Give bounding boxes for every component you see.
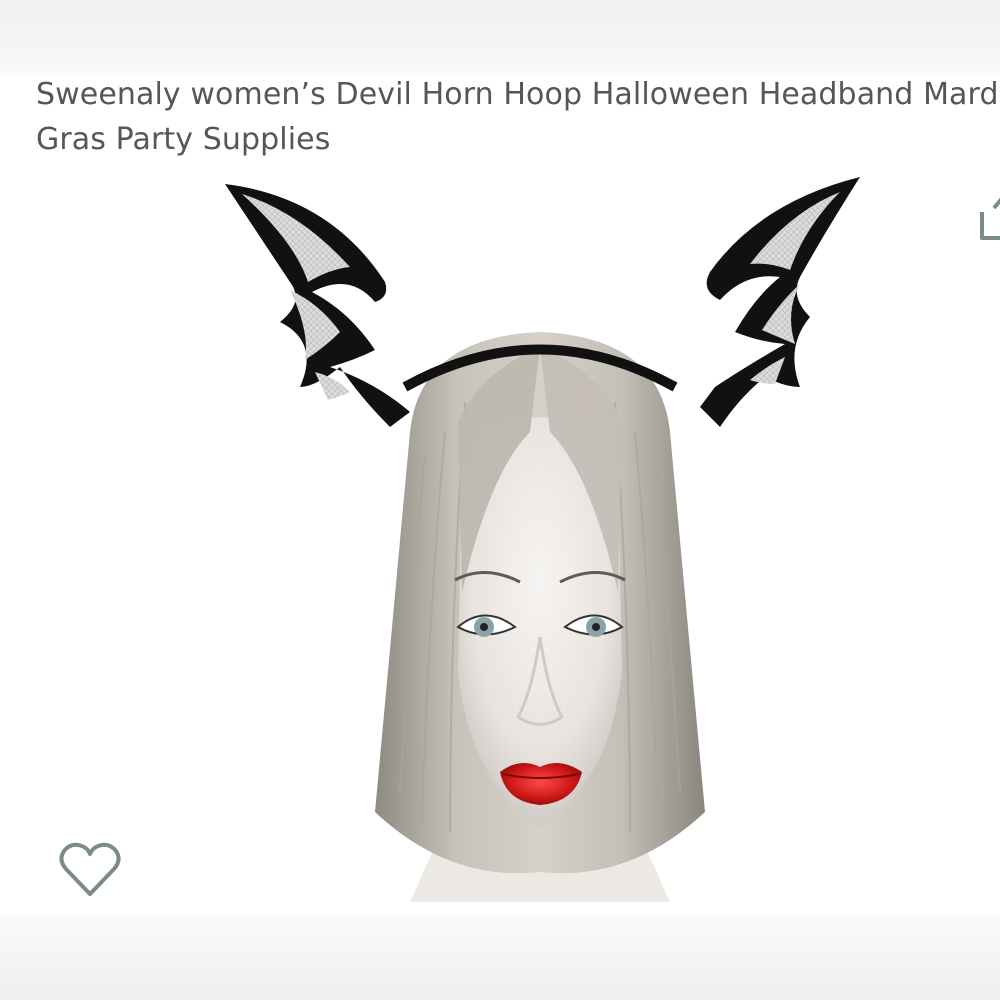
top-bar bbox=[0, 0, 1000, 76]
left-bat-wing-horn bbox=[225, 184, 410, 427]
share-icon[interactable] bbox=[978, 186, 1000, 242]
product-page: Sweenaly women’s Devil Horn Hoop Hallowe… bbox=[0, 0, 1000, 1000]
product-title: Sweenaly women’s Devil Horn Hoop Hallowe… bbox=[36, 77, 1000, 157]
product-image[interactable] bbox=[200, 172, 880, 902]
heart-outline-icon[interactable] bbox=[58, 838, 122, 902]
bottom-bar bbox=[0, 915, 1000, 1000]
right-bat-wing-horn bbox=[700, 177, 860, 427]
